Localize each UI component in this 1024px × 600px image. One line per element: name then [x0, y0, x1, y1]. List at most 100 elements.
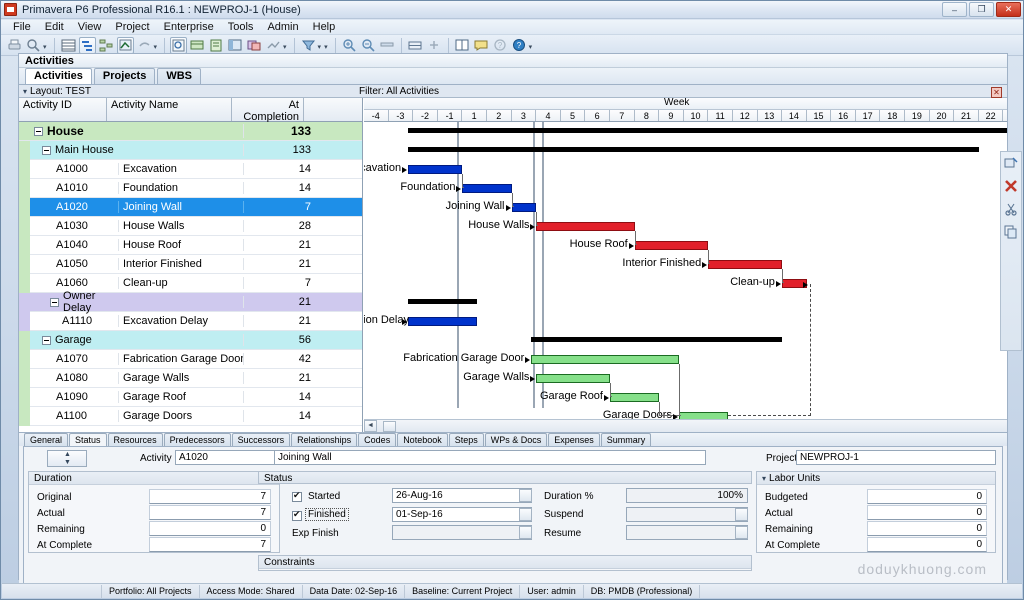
- menu-edit[interactable]: Edit: [38, 21, 71, 33]
- resume-date-picker-icon[interactable]: [735, 526, 748, 539]
- table-row[interactable]: Garage 56: [19, 330, 362, 350]
- expand-collapse-icon[interactable]: [34, 126, 43, 136]
- stepper-up-icon[interactable]: ▲: [64, 451, 71, 458]
- detail-tab-predecessors[interactable]: Predecessors: [163, 433, 231, 446]
- table-row[interactable]: House 133: [19, 122, 362, 141]
- duration-at-complete-field[interactable]: 7: [149, 537, 271, 552]
- tab-activities[interactable]: Activities: [25, 68, 92, 84]
- project-field[interactable]: NEWPROJ-1: [796, 450, 996, 465]
- detail-tab-successors[interactable]: Successors: [231, 433, 291, 446]
- tracking-icon[interactable]: [265, 37, 282, 54]
- detail-tab-summary[interactable]: Summary: [600, 433, 652, 446]
- tab-projects[interactable]: Projects: [93, 68, 156, 84]
- labor-actual-field[interactable]: 0: [867, 505, 987, 520]
- table-row[interactable]: A1070 Fabrication Garage Door 42: [19, 349, 362, 369]
- table-row[interactable]: A1110 Excavation Delay 21: [19, 311, 362, 331]
- table-row[interactable]: A1020 Joining Wall 7: [19, 197, 362, 217]
- duration-original-field[interactable]: 7: [149, 489, 271, 504]
- gantt-task-bar[interactable]: [610, 393, 660, 402]
- print-icon[interactable]: [6, 37, 23, 54]
- menu-tools[interactable]: Tools: [221, 21, 261, 33]
- gantt-summary-bar[interactable]: [408, 299, 478, 304]
- timescale-icon[interactable]: [379, 37, 396, 54]
- activity-name-field[interactable]: Joining Wall: [274, 450, 706, 465]
- detail-tab-notebook[interactable]: Notebook: [397, 433, 448, 446]
- gantt-task-bar[interactable]: [536, 374, 610, 383]
- minimize-button[interactable]: –: [942, 2, 967, 17]
- finished-date-picker-icon[interactable]: [519, 508, 532, 521]
- wbs-view-icon[interactable]: [170, 36, 188, 54]
- scrollbar-thumb[interactable]: [383, 420, 396, 432]
- zoom-out-icon[interactable]: [360, 37, 377, 54]
- suspend-date-picker-icon[interactable]: [735, 508, 748, 521]
- gantt-task-bar[interactable]: [408, 317, 478, 326]
- detail-tab-general[interactable]: General: [24, 433, 69, 446]
- cut-icon[interactable]: [1004, 202, 1018, 216]
- gantt-horizontal-scrollbar[interactable]: ◄: [364, 419, 1007, 432]
- column-header-activity-id[interactable]: Activity ID: [19, 98, 107, 121]
- activity-table-icon[interactable]: [60, 37, 77, 54]
- print-preview-icon[interactable]: [25, 37, 42, 54]
- detail-tab-expenses[interactable]: Expenses: [548, 433, 600, 446]
- menu-help[interactable]: Help: [306, 21, 343, 33]
- table-row[interactable]: A1100 Garage Doors 14: [19, 406, 362, 426]
- exp-finish-date-picker-icon[interactable]: [519, 526, 532, 539]
- gantt-summary-bar[interactable]: [408, 128, 1007, 133]
- gantt-task-bar[interactable]: [408, 165, 463, 174]
- undo-icon[interactable]: [136, 37, 153, 54]
- duration-actual-field[interactable]: 7: [149, 505, 271, 520]
- gantt-task-bar[interactable]: [708, 260, 783, 269]
- table-row[interactable]: A1010 Foundation 14: [19, 178, 362, 198]
- table-row[interactable]: A1080 Garage Walls 21: [19, 368, 362, 388]
- gantt-task-bar[interactable]: [536, 222, 635, 231]
- copy-icon[interactable]: [1004, 225, 1018, 239]
- split-view-icon[interactable]: [454, 37, 471, 54]
- filter-icon[interactable]: [300, 37, 317, 54]
- collapse-all-icon[interactable]: [407, 37, 424, 54]
- menu-view[interactable]: View: [71, 21, 109, 33]
- column-header-activity-name[interactable]: Activity Name: [107, 98, 232, 121]
- zoom-in-icon[interactable]: [341, 37, 358, 54]
- exp-finish-date-field[interactable]: [392, 525, 532, 540]
- wbs-structure-icon[interactable]: [227, 37, 244, 54]
- gantt-task-bar[interactable]: [462, 184, 512, 193]
- detail-tab-status[interactable]: Status: [69, 433, 107, 446]
- tab-wbs[interactable]: WBS: [157, 68, 202, 84]
- table-row[interactable]: A1040 House Roof 21: [19, 235, 362, 255]
- table-row[interactable]: Main House 133: [19, 140, 362, 160]
- activity-stepper[interactable]: ▲ ▼: [47, 450, 87, 467]
- table-row[interactable]: A1090 Garage Roof 14: [19, 387, 362, 407]
- finished-checkbox[interactable]: [292, 509, 302, 521]
- detail-tab-codes[interactable]: Codes: [358, 433, 397, 446]
- reports-icon[interactable]: [208, 37, 225, 54]
- gantt-plot-area[interactable]: Excavation Foundation Joining Wall House Wa…: [364, 122, 1007, 421]
- table-row[interactable]: Owner Delay 21: [19, 290, 362, 314]
- add-activity-icon[interactable]: [1004, 156, 1018, 170]
- close-layout-icon[interactable]: ✕: [991, 87, 1002, 98]
- detail-tab-steps[interactable]: Steps: [448, 433, 484, 446]
- expand-collapse-icon[interactable]: [42, 335, 51, 345]
- menu-enterprise[interactable]: Enterprise: [157, 21, 221, 33]
- started-date-picker-icon[interactable]: [519, 489, 532, 502]
- gantt-task-bar[interactable]: [511, 203, 537, 212]
- maximize-button[interactable]: ❐: [969, 2, 994, 17]
- table-row[interactable]: A1000 Excavation 14: [19, 159, 362, 179]
- labor-units-group-title[interactable]: ▾ Labor Units: [757, 472, 995, 485]
- started-date-field[interactable]: 26-Aug-16: [392, 488, 532, 503]
- detail-tab-relationships[interactable]: Relationships: [291, 433, 358, 446]
- labor-budgeted-field[interactable]: 0: [867, 489, 987, 504]
- layout-selector[interactable]: ▾ Layout: TEST: [23, 85, 91, 98]
- gantt-chart-icon[interactable]: [78, 36, 96, 54]
- menu-file[interactable]: File: [6, 21, 38, 33]
- menu-project[interactable]: Project: [108, 21, 156, 33]
- expand-collapse-icon[interactable]: [50, 297, 59, 307]
- gantt-summary-bar[interactable]: [408, 147, 979, 152]
- expand-collapse-icon[interactable]: [42, 145, 51, 155]
- activity-network-icon[interactable]: [98, 37, 115, 54]
- suspend-field[interactable]: [626, 507, 748, 522]
- gantt-task-bar[interactable]: [531, 355, 679, 364]
- detail-tab-resources[interactable]: Resources: [107, 433, 163, 446]
- resources-icon[interactable]: [189, 37, 206, 54]
- table-row[interactable]: A1030 House Walls 28: [19, 216, 362, 236]
- started-checkbox[interactable]: [292, 490, 302, 502]
